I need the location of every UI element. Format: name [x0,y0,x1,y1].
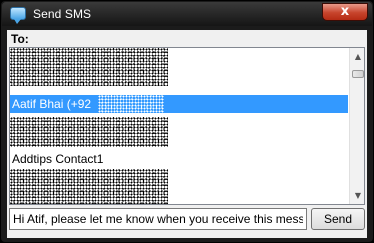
redacted-contact [10,169,168,204]
redacted-contact [10,117,168,147]
redacted-contact [10,48,168,86]
send-sms-window: Send SMS x To: Aatif Bhai (+92 Addtips C… [0,0,374,243]
window-title: Send SMS [33,7,92,21]
redacted-number [98,95,164,113]
close-button[interactable]: x [322,3,368,21]
sms-icon [10,7,26,24]
to-label: To: [11,32,29,46]
close-icon: x [340,4,350,19]
dialog-body: To: Aatif Bhai (+92 Addtips Contact1 ▲ ▼… [7,30,367,238]
contact-item-selected[interactable]: Aatif Bhai (+92 [10,95,348,113]
scroll-down-icon[interactable]: ▼ [350,187,364,204]
list-scrollbar[interactable]: ▲ ▼ [349,48,364,204]
contact-name: Addtips Contact1 [12,152,104,166]
recipient-list[interactable]: Aatif Bhai (+92 Addtips Contact1 ▲ ▼ [9,47,365,205]
message-input[interactable] [9,208,307,230]
send-button[interactable]: Send [311,208,365,230]
scroll-thumb[interactable] [352,70,364,78]
title-bar[interactable]: Send SMS x [2,2,372,26]
scroll-up-icon[interactable]: ▲ [350,48,364,65]
contact-item[interactable]: Addtips Contact1 [10,150,348,168]
contact-name: Aatif Bhai (+92 [12,97,92,111]
